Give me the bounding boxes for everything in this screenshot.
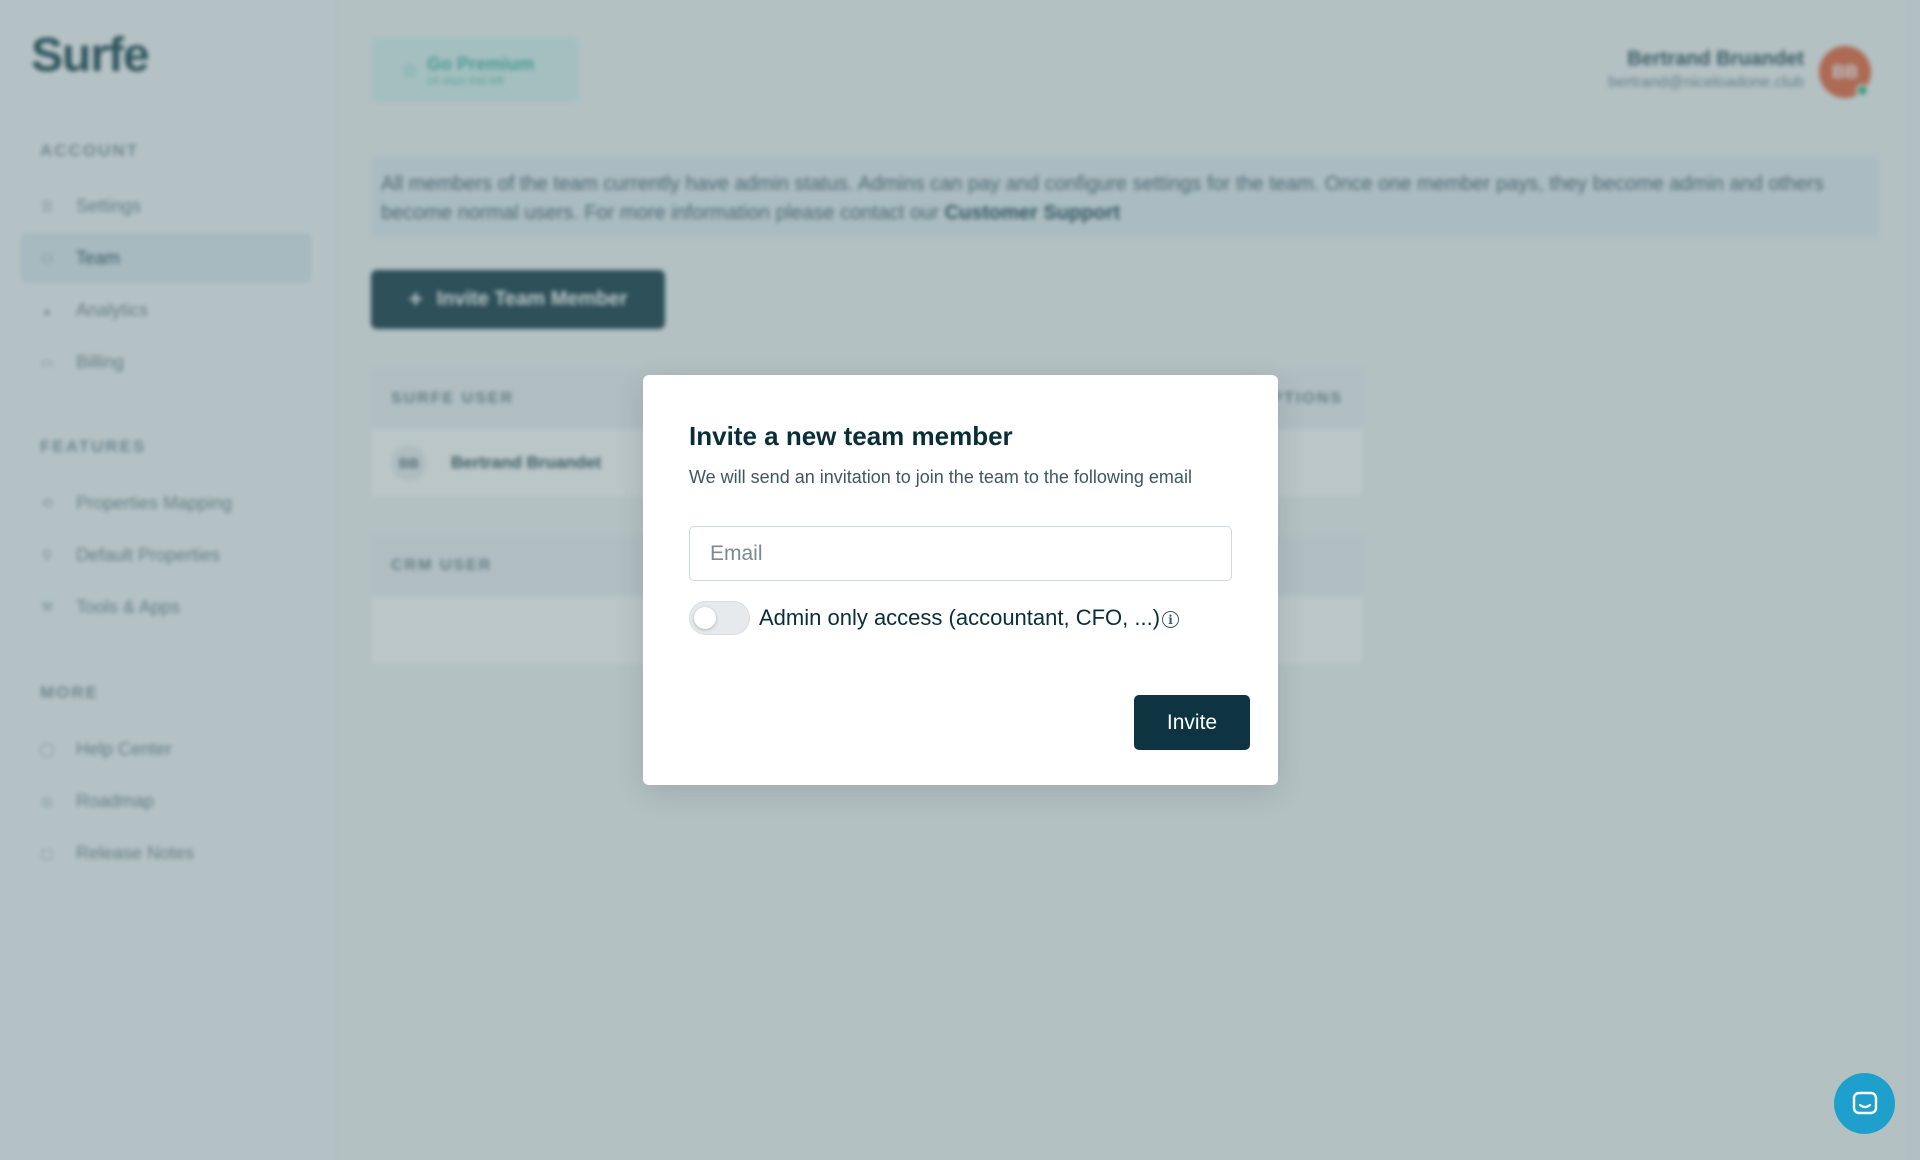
- modal-title: Invite a new team member: [689, 421, 1013, 451]
- toggle-knob: [694, 607, 716, 629]
- app-root: Surfe ACCOUNT ☰ Settings ⚇ Team ▴ Analyt…: [0, 0, 1920, 1160]
- chat-launcher-button[interactable]: [1834, 1073, 1895, 1134]
- email-field[interactable]: [689, 526, 1232, 581]
- chat-icon: [1852, 1091, 1877, 1114]
- invite-member-modal: Invite a new team member We will send an…: [643, 375, 1278, 785]
- info-icon[interactable]: i: [1162, 611, 1179, 628]
- modal-description: We will send an invitation to join the t…: [689, 467, 1192, 487]
- invite-button[interactable]: Invite: [1134, 695, 1250, 750]
- admin-only-label: Admin only access (accountant, CFO, ...): [759, 605, 1161, 630]
- admin-only-toggle[interactable]: [689, 601, 750, 635]
